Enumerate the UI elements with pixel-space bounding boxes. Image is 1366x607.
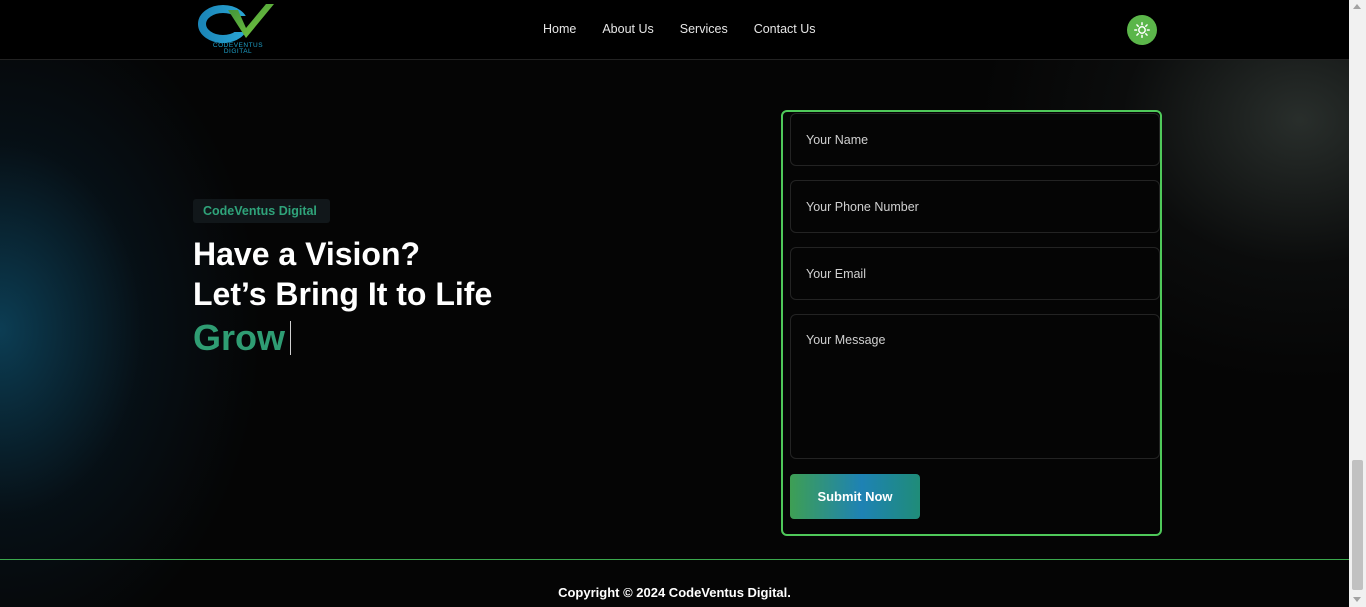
logo[interactable]: CODEVENTUS DIGITAL <box>198 2 278 58</box>
scroll-down-arrow-icon[interactable] <box>1353 597 1361 602</box>
message-field[interactable] <box>790 314 1160 459</box>
scrollbar-thumb[interactable] <box>1352 460 1363 590</box>
typed-text: Grow <box>193 317 292 358</box>
text-cursor <box>290 321 292 355</box>
vertical-scrollbar[interactable] <box>1349 0 1366 607</box>
logo-mark-icon <box>198 4 274 43</box>
page: CODEVENTUS DIGITAL Home About Us Service… <box>0 0 1366 607</box>
contact-form: Submit Now <box>781 110 1162 536</box>
email-field[interactable] <box>790 247 1160 300</box>
brand-badge: CodeVentus Digital <box>203 204 317 218</box>
phone-field[interactable] <box>790 180 1160 233</box>
submit-button[interactable]: Submit Now <box>790 474 920 519</box>
footer-divider <box>0 559 1349 560</box>
hero-title-line2: Let’s Bring It to Life <box>193 276 493 312</box>
hero-title: Have a Vision? Let’s Bring It to Life <box>193 234 492 314</box>
nav-contact-us[interactable]: Contact Us <box>754 22 816 36</box>
copyright-text: Copyright © 2024 CodeVentus Digital. <box>558 585 791 600</box>
nav-about-us[interactable]: About Us <box>602 22 653 36</box>
main-nav: Home About Us Services Contact Us <box>543 22 816 36</box>
typed-word: Grow <box>193 317 286 358</box>
logo-text: CODEVENTUS DIGITAL <box>212 42 264 55</box>
name-field[interactable] <box>790 113 1160 166</box>
nav-services[interactable]: Services <box>680 22 728 36</box>
scroll-up-arrow-icon[interactable] <box>1353 4 1361 9</box>
nav-home[interactable]: Home <box>543 22 576 36</box>
hero-title-line1: Have a Vision? <box>193 236 421 272</box>
site-header: CODEVENTUS DIGITAL Home About Us Service… <box>0 0 1349 60</box>
theme-toggle-button[interactable] <box>1127 15 1157 45</box>
sun-icon <box>1134 22 1150 38</box>
